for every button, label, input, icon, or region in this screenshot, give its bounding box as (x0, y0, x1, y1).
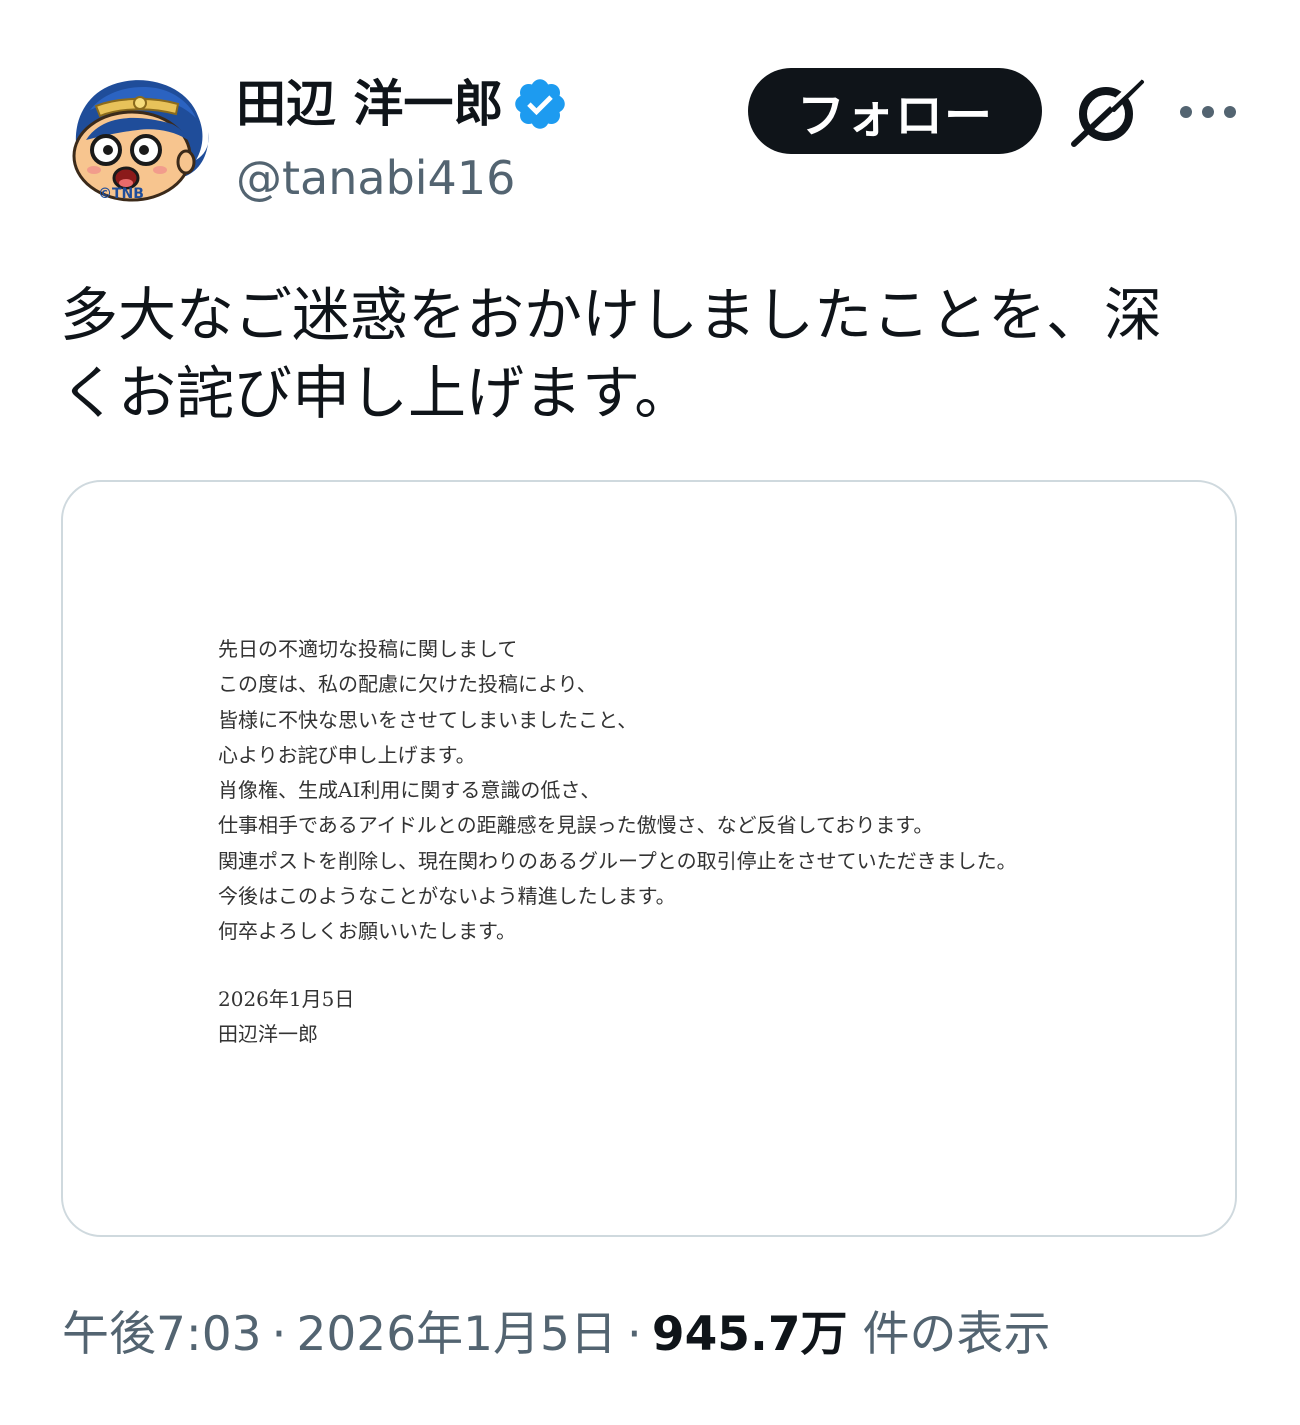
post-text-line: 多大なご迷惑をおかけしましたことを、深 (60, 281, 1163, 349)
letter-line: 何卒よろしくお願いいたします。 (218, 919, 516, 944)
post-date[interactable]: 2026年1月5日 (297, 1307, 617, 1362)
follow-button[interactable]: フォロー (748, 68, 1042, 154)
verified-badge-icon (515, 79, 566, 129)
meta-separator: · (271, 1307, 287, 1362)
letter-date: 2026年1月5日 (218, 986, 355, 1011)
views-label: 件の表示 (862, 1307, 1051, 1362)
letter-line: 皆様に不快な思いをさせてしまいましたこと、 (218, 707, 638, 732)
letter-line: この度は、私の配慮に欠けた投稿により、 (218, 672, 597, 697)
letter-line: 肖像権、生成AI利用に関する意識の低さ、 (218, 778, 601, 803)
views-count[interactable]: 945.7万 (652, 1307, 848, 1362)
author-handle[interactable]: @tanabi416 (236, 148, 515, 208)
letter-line: 先日の不適切な投稿に関しまして (218, 637, 518, 661)
letter-line: 仕事相手であるアイドルとの距離感を見誤った傲慢さ、など反省しております。 (218, 813, 934, 838)
meta-separator: · (626, 1307, 642, 1362)
grok-button[interactable] (1070, 76, 1146, 148)
letter-line: 今後はこのようなことがないよう精進したします。 (218, 884, 676, 909)
letter-signature: 田辺洋一郎 (218, 1021, 318, 1046)
attached-image[interactable]: 先日の不適切な投稿に関しまして この度は、私の配慮に欠けた投稿により、 皆様に不… (61, 480, 1237, 1237)
apology-letter: 先日の不適切な投稿に関しまして この度は、私の配慮に欠けた投稿により、 皆様に不… (218, 632, 1017, 1052)
letter-line: 関連ポストを削除し、現在関わりのあるグループとの取引停止をさせていただきました。 (218, 848, 1017, 873)
post-text-line: くお詫び申し上げます。 (60, 359, 693, 427)
more-horizontal-icon (1180, 106, 1236, 118)
letter-spacer (218, 950, 1017, 982)
letter-line: 心よりお詫び申し上げます。 (218, 742, 476, 767)
post-text: 多大なご迷惑をおかけしましたことを、深 くお詫び申し上げます。 (60, 276, 1250, 432)
post-time[interactable]: 午後7:03 (62, 1307, 262, 1362)
display-name: 田辺 洋一郎 (236, 75, 504, 133)
author-name-row[interactable]: 田辺 洋一郎 (236, 74, 569, 134)
post-meta: 午後7:03 · 2026年1月5日 · 945.7万 件の表示 (62, 1300, 1051, 1370)
avatar-caption: ©TNB (98, 186, 144, 202)
grok-icon (1071, 76, 1144, 147)
more-options-button[interactable] (1176, 88, 1240, 136)
